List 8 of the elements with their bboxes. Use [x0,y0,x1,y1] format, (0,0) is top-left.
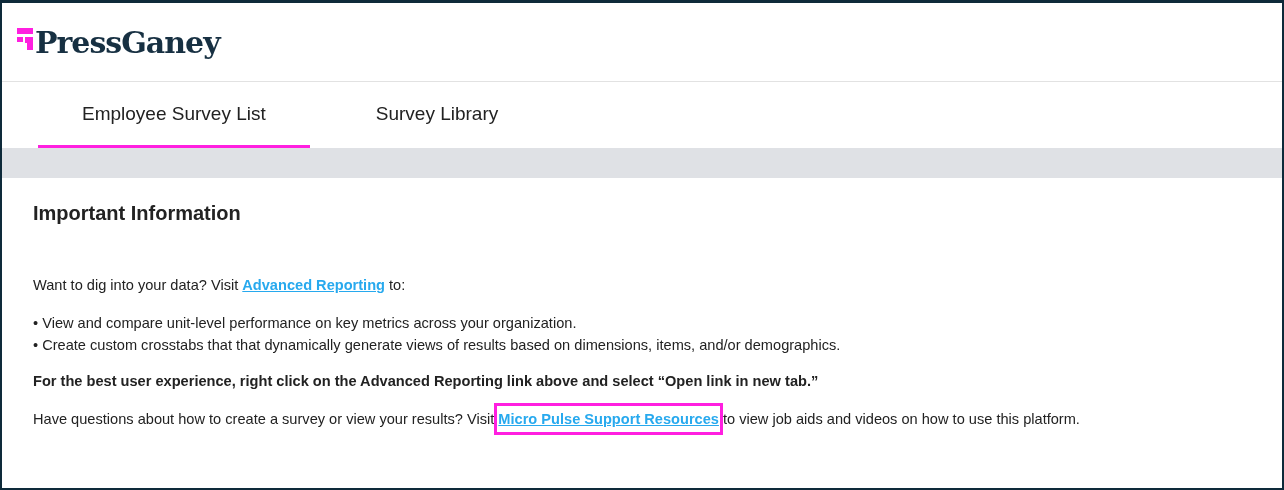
paragraph: Want to dig into your data? Visit Advanced Reporting to: [33,277,407,293]
bullet-item: • View and compare unit-level performance on key metrics across your organization. [33,315,578,331]
bullet-item: • Create custom crosstabs that that dynamically generate views of results based on dimensions, items, and/or demographics. [33,337,842,353]
note-text: For the best user experience, right click on the Advanced Reporting link above and select “Open link in new tab.” [33,373,820,389]
logo-wordmark: PressGaney [35,24,220,60]
tab[interactable]: Survey Library [331,82,543,148]
logo-mark-icon [17,28,33,50]
section-title: Important Information [33,202,242,225]
